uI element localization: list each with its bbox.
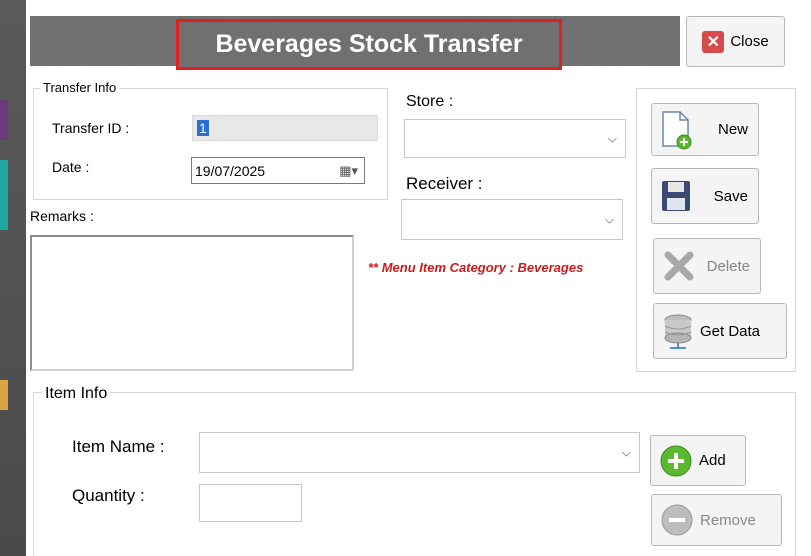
menu-category-note: ** Menu Item Category : Beverages bbox=[368, 260, 584, 275]
close-label: Close bbox=[730, 33, 769, 50]
new-button[interactable]: New bbox=[651, 103, 759, 156]
item-name-select[interactable]: ⌵ bbox=[199, 432, 640, 473]
delete-x-icon bbox=[664, 251, 694, 281]
transfer-id-label: Transfer ID : bbox=[52, 120, 130, 136]
remarks-label: Remarks : bbox=[30, 208, 94, 224]
delete-button[interactable]: Delete bbox=[653, 238, 761, 294]
get-data-label: Get Data bbox=[700, 322, 761, 340]
store-select[interactable]: ⌵ bbox=[404, 119, 626, 158]
remove-label: Remove bbox=[700, 511, 756, 529]
quantity-label: Quantity : bbox=[72, 486, 145, 505]
floppy-disk-icon bbox=[662, 181, 690, 211]
remove-item-button[interactable]: Remove bbox=[651, 494, 782, 546]
background-desktop-strip bbox=[0, 0, 26, 556]
get-data-button[interactable]: Get Data bbox=[653, 303, 787, 359]
chevron-down-icon: ⌵ bbox=[607, 131, 617, 145]
save-button[interactable]: Save bbox=[651, 168, 759, 224]
transfer-id-value: 1 bbox=[197, 120, 209, 136]
date-value: 19/07/2025 bbox=[195, 163, 266, 179]
transfer-id-field[interactable]: 1 bbox=[192, 115, 378, 141]
remarks-textarea[interactable] bbox=[30, 235, 354, 371]
save-label: Save bbox=[713, 187, 748, 205]
store-label: Store : bbox=[406, 93, 454, 110]
new-document-icon bbox=[662, 110, 692, 149]
add-label: Add bbox=[699, 452, 726, 469]
add-item-button[interactable]: Add bbox=[650, 435, 746, 486]
close-icon: ✕ bbox=[702, 30, 725, 53]
date-label: Date : bbox=[52, 159, 90, 175]
date-picker[interactable]: 19/07/2025 ▦▾ bbox=[191, 157, 365, 184]
item-info-legend: Item Info bbox=[42, 385, 111, 403]
quantity-input[interactable] bbox=[199, 484, 302, 522]
item-name-label: Item Name : bbox=[72, 437, 165, 456]
database-icon bbox=[664, 314, 692, 349]
delete-label: Delete bbox=[706, 257, 750, 275]
add-plus-icon bbox=[660, 445, 692, 476]
receiver-select[interactable]: ⌵ bbox=[401, 199, 623, 240]
remove-minus-icon bbox=[661, 504, 693, 536]
chevron-down-icon: ⌵ bbox=[621, 445, 631, 459]
close-button[interactable]: ✕ Close bbox=[686, 16, 785, 67]
calendar-icon[interactable]: ▦▾ bbox=[339, 163, 358, 179]
new-label: New bbox=[717, 121, 748, 138]
window-title: Beverages Stock Transfer bbox=[176, 19, 562, 70]
receiver-label: Receiver : bbox=[406, 174, 483, 193]
chevron-down-icon: ⌵ bbox=[604, 212, 614, 226]
transfer-info-legend: Transfer Info bbox=[40, 80, 120, 95]
